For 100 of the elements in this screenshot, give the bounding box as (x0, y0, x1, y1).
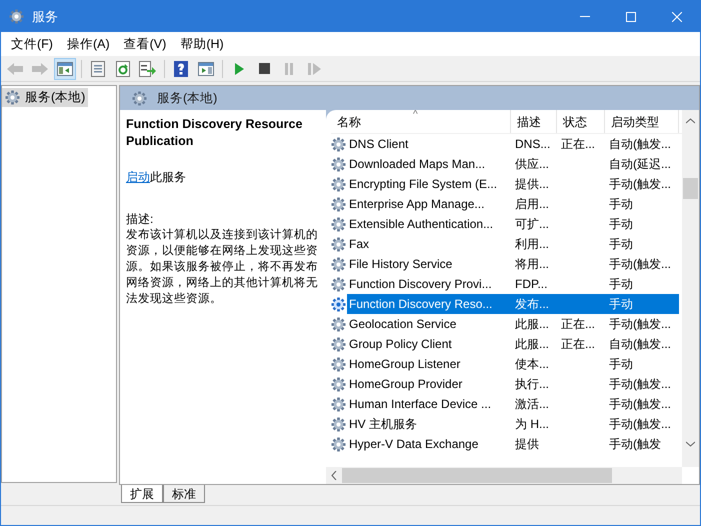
service-row[interactable]: Human Interface Device ... 激活... 手动(触发... (331, 394, 682, 414)
app-gear-icon (9, 9, 24, 24)
table-cell-text: 可扩... (514, 216, 550, 233)
service-row[interactable]: Enterprise App Manage... 启用... 手动 (331, 194, 682, 214)
table-cell-text: 正在... (560, 336, 596, 353)
table-cell-text: 激活... (514, 396, 550, 413)
gear-icon (331, 336, 346, 352)
table-cell-text: 手动 (608, 236, 634, 253)
action-text: 此服务 (150, 169, 186, 186)
table-cell-text: 正在... (560, 316, 596, 333)
stop-icon (258, 63, 270, 74)
toolbar-button[interactable] (54, 58, 76, 80)
menu-item[interactable]: 文件(F) (5, 34, 59, 54)
service-row[interactable]: Fax 利用... 手动 (331, 234, 682, 254)
gear-icon (331, 256, 346, 272)
scroll-up-icon (686, 118, 695, 124)
table-cell-text: 手动(触发 (608, 436, 662, 453)
panel-title: 服务(本地) (157, 90, 218, 107)
table-cell-text: 手动(触发... (608, 396, 672, 413)
gear-icon (331, 156, 346, 172)
table-cell-text: Geolocation Service (348, 316, 458, 333)
service-row[interactable]: HV 主机服务 为 H... 手动(触发... (331, 414, 682, 434)
table-cell-text: 发布... (514, 296, 550, 313)
close-icon (672, 12, 682, 22)
gear-icon (331, 296, 346, 312)
service-row[interactable]: HomeGroup Provider 执行... 手动(触发... (331, 374, 682, 394)
table-cell-text: Function Discovery Provi... (348, 276, 493, 293)
service-row[interactable]: Hyper-V Data Exchange 提供 手动(触发 (331, 434, 682, 454)
table-cell-text: 手动(触发... (608, 416, 672, 433)
service-row[interactable]: Geolocation Service 此服... 正在... 手动(触发... (331, 314, 682, 334)
table-cell-text: 自动(延迟... (608, 156, 672, 173)
table-cell-text: File History Service (348, 256, 454, 273)
scroll-down-icon (686, 441, 695, 447)
horizontal-scrollbar[interactable] (326, 467, 682, 484)
service-row[interactable]: DNS Client DNS... 正在... 自动(触发... (331, 134, 682, 154)
table-cell-text: 将用... (514, 256, 550, 273)
table-cell-text: Extensible Authentication... (348, 216, 494, 233)
table-cell-text: 手动 (608, 216, 634, 233)
scroll-thumb[interactable] (683, 178, 698, 199)
gear-icon (331, 136, 346, 152)
service-row[interactable]: Function Discovery Provi... FDP... 手动 (331, 274, 682, 294)
gear-icon (331, 236, 346, 252)
tree-item[interactable]: 服务(本地) (2, 88, 88, 107)
table-cell-text: Human Interface Device ... (348, 396, 492, 413)
column-header[interactable]: 名称 ^ (331, 110, 511, 133)
table-cell-text: 手动 (608, 276, 634, 293)
table-cell-text: 使本... (514, 356, 550, 373)
gear-icon (5, 90, 20, 105)
maximize-icon (626, 12, 636, 22)
table-cell-text: DNS... (514, 136, 552, 153)
table-cell-text: Group Policy Client (348, 336, 453, 353)
gear-icon (331, 396, 346, 412)
table-cell-text: Downloaded Maps Man... (348, 156, 486, 173)
table-cell-text: HomeGroup Listener (348, 356, 462, 373)
menu-item[interactable]: 帮助(H) (174, 34, 230, 54)
service-row[interactable]: Downloaded Maps Man... 供应... 自动(延迟... (331, 154, 682, 174)
table-cell-text: 自动(触发... (608, 336, 672, 353)
console-tree-icon (57, 62, 73, 76)
view-tab[interactable]: 标准 (163, 485, 205, 503)
table-cell-text: 手动(触发... (608, 256, 672, 273)
table-cell-text: 手动 (608, 296, 634, 313)
table-cell-text: 手动(触发... (608, 316, 672, 333)
vertical-scrollbar[interactable] (682, 110, 699, 467)
gear-icon (331, 376, 346, 392)
forward-arrow-icon (31, 62, 49, 76)
column-header[interactable]: 状态 (557, 110, 605, 133)
table-cell-text: 此服... (514, 336, 550, 353)
start-link[interactable]: 启动 (126, 169, 150, 186)
table-cell-text: Function Discovery Reso... (348, 296, 494, 313)
table-cell-text: 手动(触发... (608, 376, 672, 393)
table-cell-text: FDP... (514, 276, 548, 293)
service-row[interactable]: Extensible Authentication... 可扩... 手动 (331, 214, 682, 234)
table-cell-text: 提供 (514, 436, 540, 453)
menu-item[interactable]: 操作(A) (60, 34, 116, 54)
description-text: 发布该计算机以及连接到该计算机的资源，以便能够在网络上发现这些资源。如果该服务被停止，将不再发布网络资源，网络上的其他计算机将无法发现这些资源。 (126, 227, 319, 307)
scroll-thumb[interactable] (342, 468, 612, 483)
table-cell-text: HomeGroup Provider (348, 376, 464, 393)
view-tab[interactable]: 扩展 (121, 485, 163, 503)
refresh-icon (116, 60, 130, 76)
table-cell-text: 此服... (514, 316, 550, 333)
table-cell-text: 为 H... (514, 416, 550, 433)
service-row[interactable]: Group Policy Client 此服... 正在... 自动(触发... (331, 334, 682, 354)
gear-icon (331, 196, 346, 212)
table-cell-text: DNS Client (348, 136, 410, 153)
scroll-left-icon (331, 471, 337, 480)
gear-icon (331, 356, 346, 372)
service-row[interactable]: File History Service 将用... 手动(触发... (331, 254, 682, 274)
gear-icon (331, 316, 346, 332)
document-icon (91, 60, 105, 76)
column-header[interactable]: 启动类型 (605, 110, 679, 133)
table-cell-text: 提供... (514, 176, 550, 193)
table-cell-text: 手动(触发... (608, 176, 672, 193)
menu-item[interactable]: 查看(V) (118, 34, 172, 54)
column-header[interactable]: 描述 (511, 110, 557, 133)
service-row[interactable]: HomeGroup Listener 使本... 手动 (331, 354, 682, 374)
table-cell-text: 利用... (514, 236, 550, 253)
gear-icon (331, 436, 346, 452)
service-row[interactable]: Encrypting File System (E... 提供... 手动(触发... (331, 174, 682, 194)
table-cell-text: 启用... (514, 196, 550, 213)
table-cell-text: Fax (348, 236, 370, 253)
